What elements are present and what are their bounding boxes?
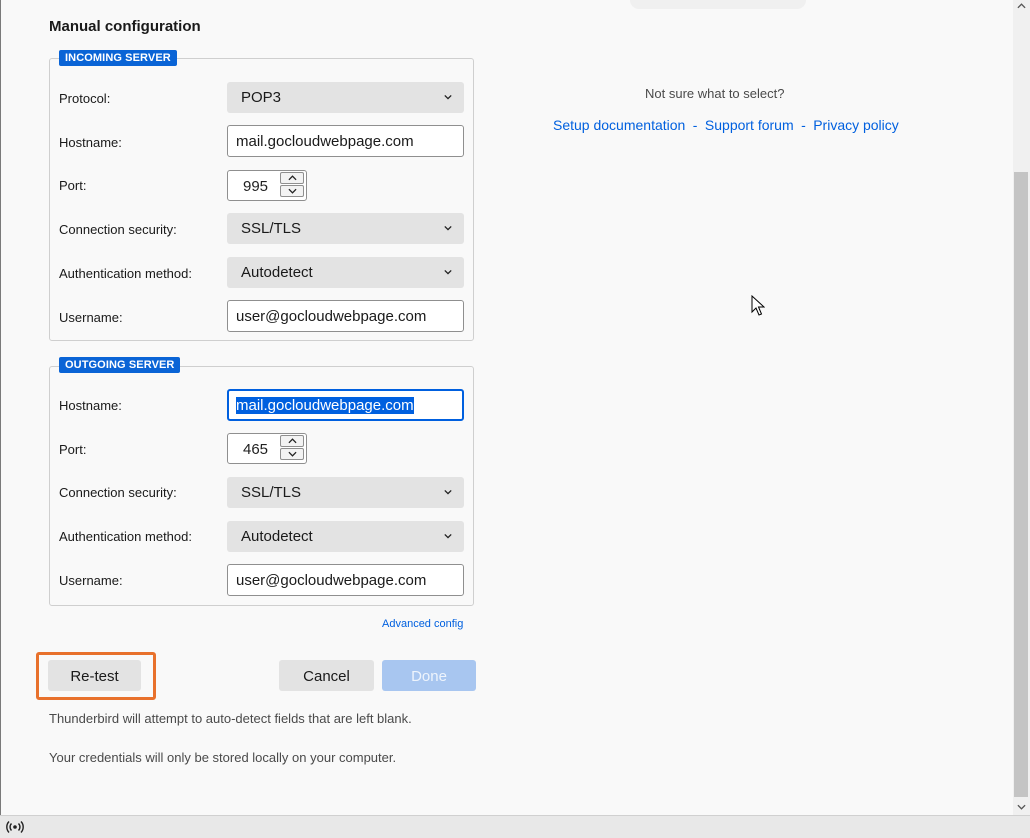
setup-documentation-link[interactable]: Setup documentation [553, 117, 685, 133]
link-separator: - [801, 117, 806, 133]
privacy-policy-link[interactable]: Privacy policy [813, 117, 899, 133]
autodetect-note: Thunderbird will attempt to auto-detect … [49, 711, 412, 726]
chevron-down-icon[interactable] [1017, 804, 1026, 810]
outgoing-security-label: Connection security: [59, 485, 177, 500]
outgoing-auth-select[interactable]: Autodetect [227, 521, 464, 552]
header-decoration [630, 0, 806, 9]
incoming-security-select[interactable]: SSL/TLS [227, 213, 464, 244]
outgoing-port-field[interactable]: 465 [227, 433, 307, 464]
outgoing-hostname-field[interactable]: mail.gocloudwebpage.com [227, 389, 464, 421]
status-bar [0, 815, 1030, 838]
page-title: Manual configuration [49, 18, 201, 35]
incoming-hostname-label: Hostname: [59, 135, 122, 150]
incoming-server-legend: INCOMING SERVER [59, 50, 177, 66]
chevron-down-icon [444, 489, 452, 495]
outgoing-server-legend: OUTGOING SERVER [59, 357, 181, 373]
outgoing-hostname-label: Hostname: [59, 398, 122, 413]
chevron-down-icon [444, 94, 452, 100]
port-up-button[interactable] [280, 172, 304, 184]
chevron-down-icon [288, 188, 297, 194]
mouse-pointer-icon [751, 295, 765, 316]
outgoing-security-select[interactable]: SSL/TLS [227, 477, 464, 508]
incoming-auth-value: Autodetect [241, 264, 313, 281]
incoming-auth-label: Authentication method: [59, 266, 192, 281]
incoming-username-field[interactable]: user@gocloudwebpage.com [227, 300, 464, 332]
chevron-up-icon [288, 438, 297, 444]
outgoing-username-field[interactable]: user@gocloudwebpage.com [227, 564, 464, 596]
incoming-hostname-field[interactable]: mail.gocloudwebpage.com [227, 125, 464, 157]
outgoing-port-value: 465 [243, 441, 269, 458]
credentials-note: Your credentials will only be stored loc… [49, 750, 397, 765]
chevron-down-icon [444, 533, 452, 539]
outgoing-username-label: Username: [59, 573, 123, 588]
chevron-up-icon [288, 175, 297, 181]
cancel-button[interactable]: Cancel [279, 660, 374, 691]
port-down-button[interactable] [280, 185, 304, 197]
incoming-username-label: Username: [59, 310, 123, 325]
chevron-down-icon [288, 451, 297, 457]
broadcast-icon [6, 821, 24, 833]
outgoing-auth-value: Autodetect [241, 528, 313, 545]
port-up-button[interactable] [280, 435, 304, 447]
outgoing-auth-label: Authentication method: [59, 529, 192, 544]
incoming-auth-select[interactable]: Autodetect [227, 257, 464, 288]
chevron-down-icon [444, 269, 452, 275]
outgoing-security-value: SSL/TLS [241, 484, 302, 501]
done-button[interactable]: Done [382, 660, 476, 691]
protocol-select[interactable]: POP3 [227, 82, 464, 113]
incoming-security-label: Connection security: [59, 222, 177, 237]
retest-button[interactable]: Re-test [48, 660, 141, 691]
help-question: Not sure what to select? [645, 86, 785, 101]
incoming-security-value: SSL/TLS [241, 220, 302, 237]
protocol-label: Protocol: [59, 91, 111, 106]
outgoing-port-label: Port: [59, 442, 87, 457]
chevron-down-icon [444, 225, 452, 231]
protocol-value: POP3 [241, 89, 282, 106]
port-down-button[interactable] [280, 448, 304, 460]
incoming-port-field[interactable]: 995 [227, 170, 307, 201]
chevron-up-icon[interactable] [1017, 3, 1026, 9]
advanced-config-link[interactable]: Advanced config [382, 618, 463, 630]
support-forum-link[interactable]: Support forum [705, 117, 794, 133]
incoming-port-value: 995 [243, 178, 269, 195]
outgoing-hostname-value: mail.gocloudwebpage.com [236, 397, 414, 414]
link-separator: - [692, 117, 698, 133]
help-links: Setup documentation - Support forum - Pr… [553, 117, 899, 135]
scrollbar-thumb[interactable] [1014, 172, 1028, 797]
incoming-port-label: Port: [59, 178, 87, 193]
